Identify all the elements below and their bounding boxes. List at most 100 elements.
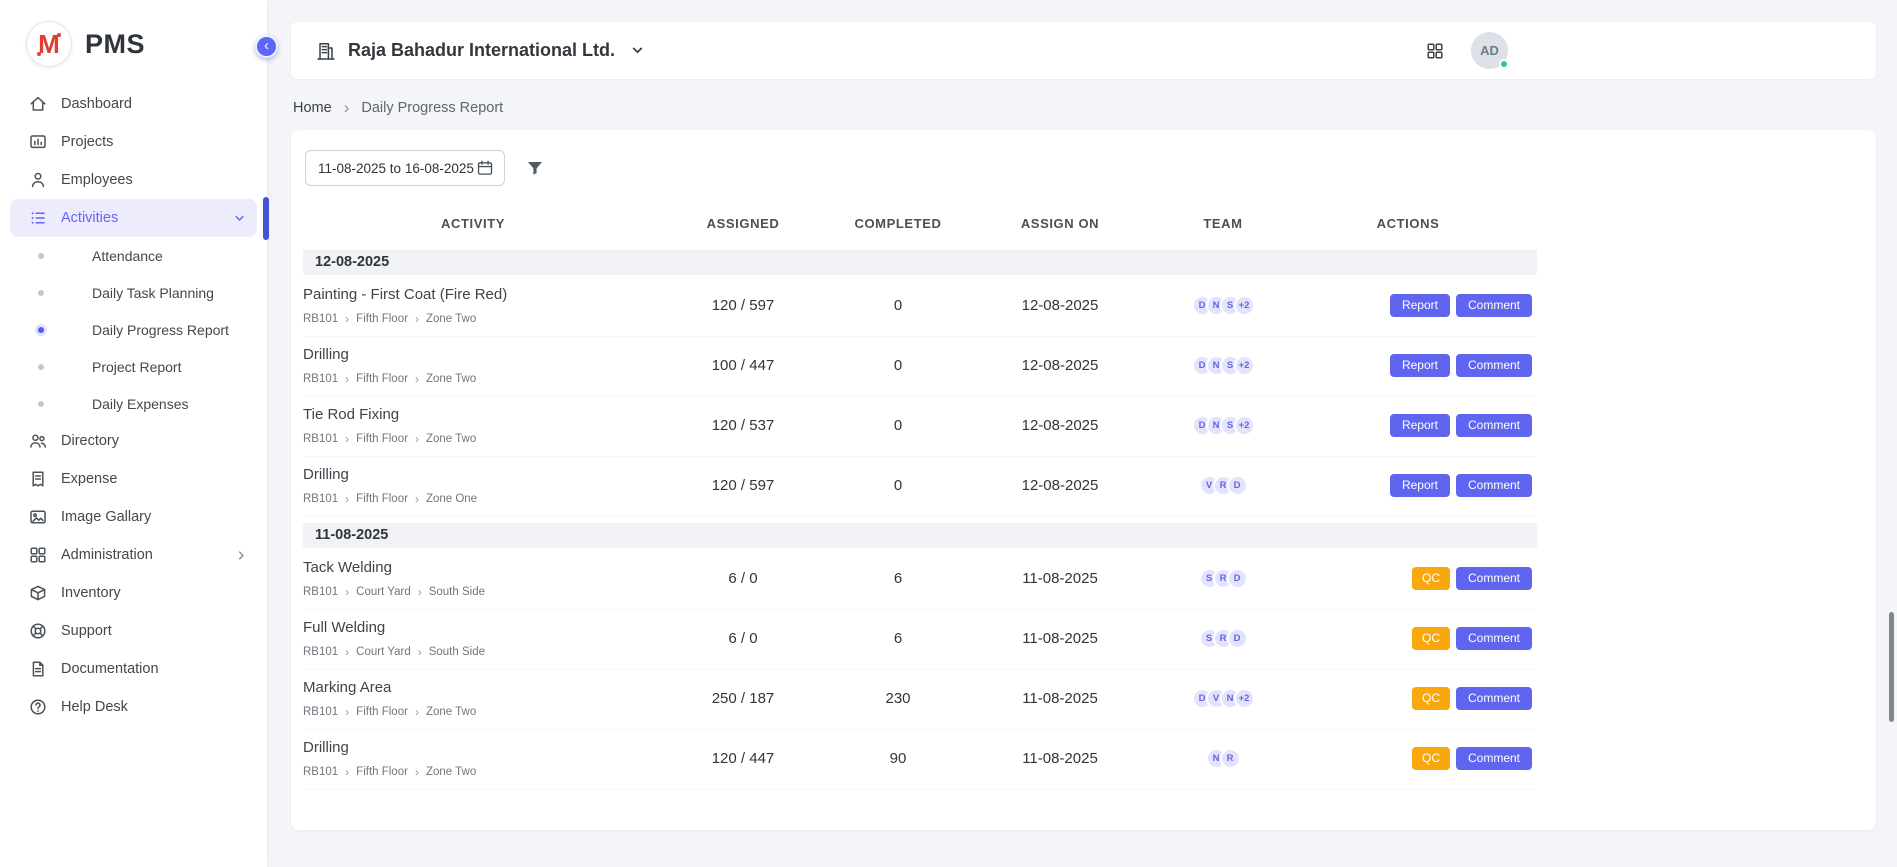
team-avatars: SRD [1167,628,1279,649]
bullet-icon [38,327,44,333]
sidebar-item-projects[interactable]: Projects [0,123,267,161]
qc-button[interactable]: QC [1412,627,1450,650]
row-actions: Report Comment [1279,414,1537,437]
bullet-icon [38,290,44,296]
breadcrumb-home[interactable]: Home [293,100,332,116]
sidebar-item-label: Administration [61,547,153,563]
sidebar-subitem-project-report[interactable]: Project Report [0,348,267,385]
sidebar: M PMS Dashboard Projects Employees Activ… [0,0,267,867]
column-header-assigned: ASSIGNED [643,216,843,231]
table-row: Full Welding RB101›Court Yard›South Side… [303,610,1537,670]
path-segment: Zone Two [426,433,476,445]
table-body: 12-08-2025 Painting - First Coat (Fire R… [303,250,1537,790]
support-icon [28,621,48,641]
activity-path: RB101›Fifth Floor›Zone Two [303,373,643,385]
path-segment: RB101 [303,433,338,445]
sidebar-item-help-desk[interactable]: Help Desk [0,688,267,726]
comment-button[interactable]: Comment [1456,354,1532,377]
apps-grid-icon[interactable] [1425,41,1445,61]
sidebar-subitem-attendance[interactable]: Attendance [0,237,267,274]
path-segment: RB101 [303,313,338,325]
team-avatars: NR [1167,748,1279,769]
comment-button[interactable]: Comment [1456,747,1532,770]
sidebar-item-support[interactable]: Support [0,612,267,650]
team-avatar: D [1227,475,1248,496]
table-row: Drilling RB101›Fifth Floor›Zone One 120 … [303,457,1537,517]
assign-on-date: 11-08-2025 [953,630,1167,647]
sidebar-collapse-button[interactable]: ‹ [255,35,278,58]
sidebar-item-administration[interactable]: Administration [0,536,267,574]
sidebar-item-inventory[interactable]: Inventory [0,574,267,612]
sidebar-item-activities[interactable]: Activities [10,199,257,237]
column-header-actions: ACTIONS [1279,216,1537,231]
progress-table: ACTIVITYASSIGNEDCOMPLETEDASSIGN ONTEAMAC… [303,202,1537,790]
assign-on-date: 12-08-2025 [953,357,1167,374]
logo: M PMS [0,0,267,83]
sidebar-item-image-gallary[interactable]: Image Gallary [0,498,267,536]
activity-path: RB101›Court Yard›South Side [303,586,643,598]
activities-icon [28,208,48,228]
company-selector[interactable]: Raja Bahadur International Ltd. [315,40,646,62]
team-overflow-badge: +2 [1234,688,1255,709]
team-avatars: SRD [1167,568,1279,589]
assign-on-date: 12-08-2025 [953,297,1167,314]
report-button[interactable]: Report [1390,294,1450,317]
table-row: Painting - First Coat (Fire Red) RB101›F… [303,277,1537,337]
sidebar-item-employees[interactable]: Employees [0,161,267,199]
assigned-value: 120 / 597 [643,477,843,494]
report-button[interactable]: Report [1390,414,1450,437]
report-button[interactable]: Report [1390,354,1450,377]
sidebar-subitem-daily-task-planning[interactable]: Daily Task Planning [0,274,267,311]
assigned-value: 6 / 0 [643,570,843,587]
avatar[interactable]: AD [1471,32,1508,69]
path-segment: RB101 [303,706,338,718]
comment-button[interactable]: Comment [1456,567,1532,590]
chevron-right-icon: › [415,433,419,445]
sidebar-item-label: Documentation [61,661,159,677]
online-status-dot [1499,59,1509,69]
activity-name: Drilling [303,346,643,363]
sidebar-item-documentation[interactable]: Documentation [0,650,267,688]
chevron-down-icon [232,211,247,226]
qc-button[interactable]: QC [1412,567,1450,590]
sidebar-subitem-daily-progress-report[interactable]: Daily Progress Report [0,311,267,348]
sidebar-item-expense[interactable]: Expense [0,460,267,498]
report-button[interactable]: Report [1390,474,1450,497]
activity-name: Full Welding [303,619,643,636]
sidebar-item-label: Directory [61,433,119,449]
row-actions: QC Comment [1279,567,1537,590]
sidebar-item-dashboard[interactable]: Dashboard [0,85,267,123]
path-segment: South Side [429,586,485,598]
comment-button[interactable]: Comment [1456,414,1532,437]
qc-button[interactable]: QC [1412,687,1450,710]
team-avatar: R [1220,748,1241,769]
activity-name: Tie Rod Fixing [303,406,643,423]
team-overflow-badge: +2 [1234,355,1255,376]
table-header-row: ACTIVITYASSIGNEDCOMPLETEDASSIGN ONTEAMAC… [303,202,1537,244]
comment-button[interactable]: Comment [1456,474,1532,497]
sidebar-subitem-label: Daily Task Planning [92,285,214,301]
sidebar-nav: Dashboard Projects Employees Activities … [0,83,267,726]
documentation-icon [28,659,48,679]
chevron-right-icon: › [415,493,419,505]
path-segment: RB101 [303,766,338,778]
qc-button[interactable]: QC [1412,747,1450,770]
sidebar-item-label: Employees [61,172,133,188]
scrollbar-thumb[interactable] [1889,612,1894,722]
assigned-value: 250 / 187 [643,690,843,707]
filter-icon[interactable] [525,158,545,178]
chevron-right-icon: › [345,493,349,505]
sidebar-item-label: Activities [61,210,118,226]
comment-button[interactable]: Comment [1456,294,1532,317]
team-avatars: DVN+2 [1167,688,1279,709]
row-actions: QC Comment [1279,687,1537,710]
sidebar-subitem-daily-expenses[interactable]: Daily Expenses [0,385,267,422]
breadcrumb-current: Daily Progress Report [361,100,503,116]
comment-button[interactable]: Comment [1456,627,1532,650]
main-area: Raja Bahadur International Ltd. AD Home … [267,0,1897,867]
path-segment: RB101 [303,646,338,658]
date-range-input[interactable]: 11-08-2025 to 16-08-2025 [305,150,505,186]
topbar-right: AD [1425,32,1508,69]
comment-button[interactable]: Comment [1456,687,1532,710]
sidebar-item-directory[interactable]: Directory [0,422,267,460]
